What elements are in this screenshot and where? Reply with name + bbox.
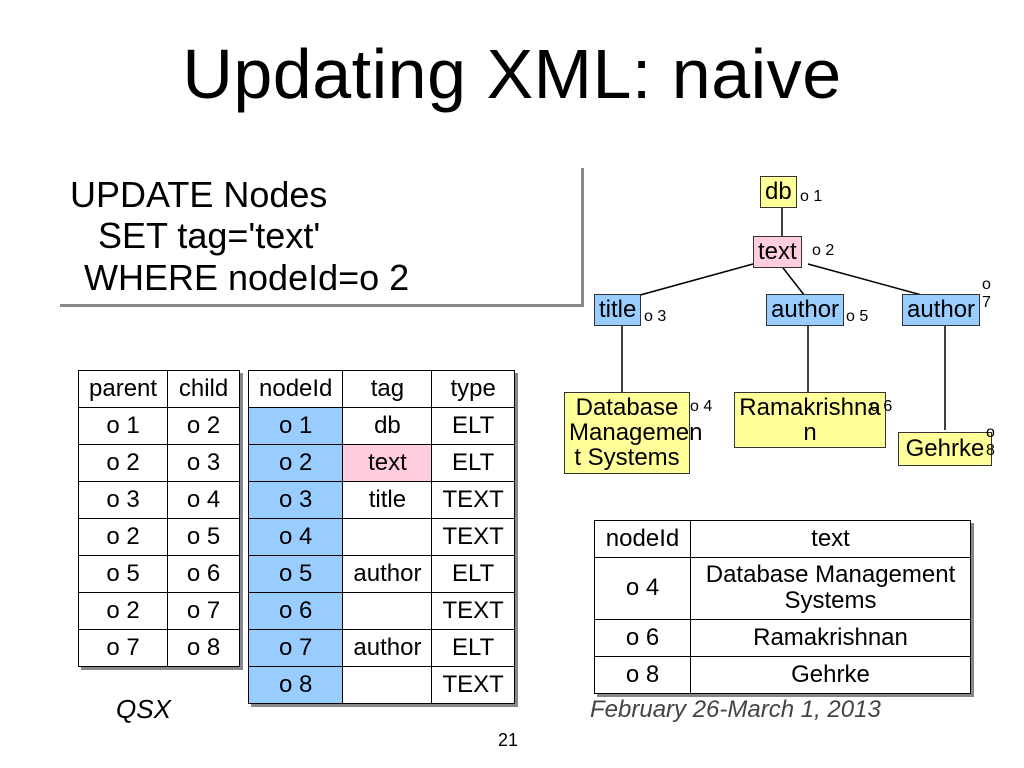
table-cell: o 3	[249, 482, 343, 519]
table-cell: o 1	[79, 408, 168, 445]
col-text: text	[691, 521, 971, 558]
tree-node-author1: author	[766, 294, 844, 326]
table-cell: o 7	[168, 593, 240, 630]
tree-node-db: db	[760, 176, 797, 208]
table-cell: ELT	[432, 556, 514, 593]
tree-id-o1: o 1	[800, 188, 822, 206]
table-cell: db	[343, 408, 432, 445]
table-cell: o 4	[168, 482, 240, 519]
table-cell: TEXT	[432, 593, 514, 630]
footer-qsx: QSX	[116, 694, 171, 725]
slide-title: Updating XML: naive	[0, 0, 1024, 114]
table-cell: o 8	[595, 656, 691, 693]
table-cell: ELT	[432, 408, 514, 445]
table-cell: TEXT	[432, 667, 514, 704]
tree-id-o8: o 8	[986, 424, 1000, 460]
table-cell: TEXT	[432, 482, 514, 519]
sql-line3: WHERE nodeId=o 2	[70, 257, 571, 298]
table-cell: Database Management Systems	[691, 558, 971, 620]
leaf-line: t Systems	[574, 444, 679, 471]
tree-id-o4: o 4	[690, 398, 712, 416]
table-cell	[343, 519, 432, 556]
table-cell: o 2	[79, 519, 168, 556]
table-cell: o 4	[595, 558, 691, 620]
col-tag: tag	[343, 371, 432, 408]
table-cell: o 6	[168, 556, 240, 593]
tree-leaf-o6: Ramakrishna n	[734, 392, 886, 448]
table-cell: o 2	[79, 445, 168, 482]
table-cell: o 3	[168, 445, 240, 482]
table-cell	[343, 667, 432, 704]
table-cell: o 8	[168, 630, 240, 667]
table-cell: o 8	[249, 667, 343, 704]
table-cell: o 1	[249, 408, 343, 445]
sql-line2: SET tag='text'	[70, 215, 571, 256]
col-child: child	[168, 371, 240, 408]
footer-dateline: February 26-March 1, 2013	[590, 696, 881, 724]
table-cell: Ramakrishnan	[691, 619, 971, 656]
table-cell: o 6	[595, 619, 691, 656]
tree-id-o7: o 7	[982, 276, 1000, 312]
col-type: type	[432, 371, 514, 408]
table-cell: o 5	[249, 556, 343, 593]
table-cell: o 2	[249, 445, 343, 482]
tree-leaf-o4: Database Managemen t Systems	[564, 392, 690, 474]
table-cell-updated: text	[343, 445, 432, 482]
table-cell: o 5	[168, 519, 240, 556]
edges-table: parentchild o 1o 2 o 2o 3 o 3o 4 o 2o 5 …	[78, 370, 240, 667]
tree-node-book: text	[753, 236, 802, 268]
table-cell: TEXT	[432, 519, 514, 556]
table-cell: o 6	[249, 593, 343, 630]
table-cell: Gehrke	[691, 656, 971, 693]
table-cell: ELT	[432, 445, 514, 482]
leaf-line: Managemen	[569, 419, 702, 446]
table-cell: ELT	[432, 630, 514, 667]
table-cell: o 3	[79, 482, 168, 519]
table-cell	[343, 593, 432, 630]
table-cell: author	[343, 630, 432, 667]
tree-node-title: title	[594, 294, 641, 326]
table-cell: o 7	[79, 630, 168, 667]
tree-leaf-o8: Gehrke	[898, 432, 992, 466]
slide-number: 21	[498, 730, 518, 751]
text-table: nodeIdtext o 4Database Management System…	[594, 520, 971, 694]
tree-id-o2: o 2	[812, 242, 834, 260]
tree-id-o6: o 6	[870, 398, 892, 416]
table-cell: o 2	[168, 408, 240, 445]
table-cell: author	[343, 556, 432, 593]
leaf-line: Ramakrishna	[739, 394, 880, 421]
tree-lines	[550, 170, 1000, 550]
table-cell: o 2	[79, 593, 168, 630]
sql-line1: UPDATE Nodes	[70, 174, 571, 215]
table-cell: title	[343, 482, 432, 519]
sql-box: UPDATE Nodes SET tag='text' WHERE nodeId…	[60, 168, 584, 307]
col-parent: parent	[79, 371, 168, 408]
table-cell: o 7	[249, 630, 343, 667]
nodes-table: nodeIdtagtype o 1dbELT o 2textELT o 3tit…	[248, 370, 515, 704]
table-cell: o 5	[79, 556, 168, 593]
tree-id-o5: o 5	[846, 308, 868, 326]
tree-node-author2: author	[902, 294, 980, 326]
col-nodeid: nodeId	[249, 371, 343, 408]
leaf-line: Database	[576, 394, 679, 421]
xml-tree: db o 1 text o 2 title o 3 author o 5 aut…	[550, 170, 1000, 550]
tree-id-o3: o 3	[644, 308, 666, 326]
table-cell: o 4	[249, 519, 343, 556]
leaf-line: n	[803, 419, 816, 446]
col-nodeid2: nodeId	[595, 521, 691, 558]
